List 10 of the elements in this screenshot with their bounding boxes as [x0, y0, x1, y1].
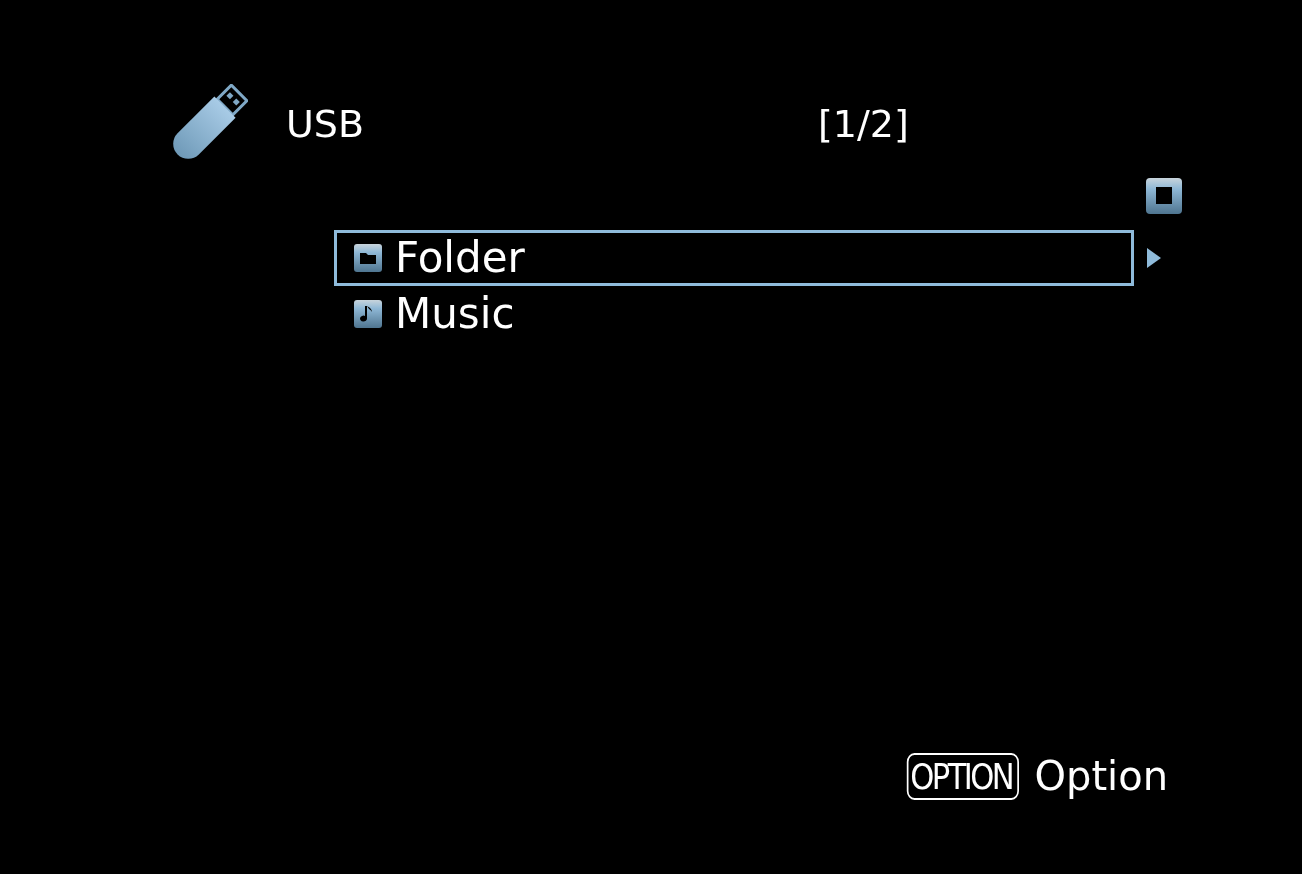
arrow-right-icon	[1146, 247, 1162, 269]
list-item[interactable]: Music	[334, 286, 1134, 342]
page-indicator: [1/2]	[818, 102, 909, 146]
folder-icon	[353, 243, 383, 273]
option-key-label: OPTION	[906, 752, 1019, 800]
music-note-icon	[353, 299, 383, 329]
option-label: Option	[1034, 753, 1168, 800]
list-item[interactable]: Folder	[334, 230, 1134, 286]
source-title: USB	[286, 102, 365, 146]
stop-icon	[1146, 178, 1182, 214]
